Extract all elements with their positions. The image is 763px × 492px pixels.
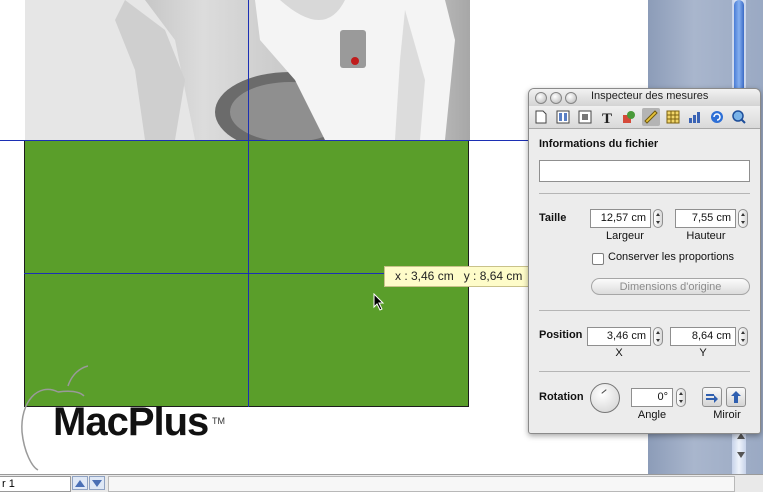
height-field[interactable]: 7,55 cm — [675, 209, 736, 228]
height-label: Hauteur — [686, 230, 726, 242]
size-label: Taille — [539, 212, 567, 224]
inspector-toolbar: T — [529, 106, 760, 129]
separator — [539, 193, 750, 194]
separator — [539, 310, 750, 311]
x-position-stepper[interactable] — [653, 327, 663, 346]
quicktime-icon[interactable] — [730, 108, 748, 126]
mirror-label: Miroir — [713, 409, 741, 421]
angle-label: Angle — [637, 409, 667, 421]
y-label: Y — [699, 347, 707, 359]
mirror-horizontal-button[interactable] — [702, 387, 722, 407]
close-button[interactable] — [535, 92, 547, 104]
horizontal-guide-middle — [24, 273, 384, 274]
ruler-icon[interactable] — [642, 108, 660, 126]
triangle-down-icon — [92, 479, 102, 487]
width-label: Largeur — [606, 230, 644, 242]
rotation-knob[interactable] — [590, 383, 620, 413]
svg-text:T: T — [602, 111, 612, 124]
horizontal-scrollbar[interactable] — [108, 476, 735, 492]
file-info-field[interactable] — [539, 160, 750, 182]
angle-field[interactable]: 0° — [631, 388, 673, 407]
inspector-title: Inspecteur des mesures — [591, 90, 709, 102]
graphic-icon[interactable] — [620, 108, 638, 126]
table-icon[interactable] — [664, 108, 682, 126]
flip-vertical-icon — [731, 391, 741, 403]
layout-icon[interactable] — [554, 108, 572, 126]
wrap-icon[interactable] — [576, 108, 594, 126]
measurements-inspector-panel: Inspecteur des mesures T Informations du… — [528, 88, 761, 434]
keep-proportions-label[interactable]: Conserver les proportions — [608, 251, 734, 263]
x-position-field[interactable]: 3,46 cm — [587, 327, 651, 346]
zoom-button[interactable] — [565, 92, 577, 104]
keep-proportions-checkbox[interactable] — [592, 253, 604, 265]
y-position-stepper[interactable] — [738, 327, 748, 346]
status-bar: r 1 — [0, 474, 763, 492]
horizontal-guide-top — [0, 140, 528, 141]
position-label: Position — [539, 329, 583, 341]
tooltip-y: y : 8,64 cm — [463, 269, 523, 283]
link-icon[interactable] — [708, 108, 726, 126]
height-stepper[interactable] — [738, 209, 748, 228]
macplus-logo-text: MacPlus — [53, 400, 209, 444]
angle-stepper[interactable] — [676, 388, 686, 407]
page-down-button[interactable] — [89, 476, 105, 490]
separator — [539, 371, 750, 372]
chart-icon[interactable] — [686, 108, 704, 126]
inspector-titlebar[interactable]: Inspecteur des mesures — [529, 89, 760, 106]
mirror-vertical-button[interactable] — [726, 387, 746, 407]
page-number-field[interactable]: r 1 — [0, 476, 71, 492]
original-size-button[interactable]: Dimensions d'origine — [591, 278, 750, 295]
coordinate-tooltip: x : 3,46 cm y : 8,64 cm — [384, 266, 534, 287]
flip-horizontal-icon — [706, 394, 718, 403]
rotation-label: Rotation — [539, 391, 584, 403]
minimize-button[interactable] — [550, 92, 562, 104]
tooltip-x: x : 3,46 cm — [395, 269, 454, 283]
file-info-label: Informations du fichier — [539, 138, 659, 150]
trademark-mark: TM — [212, 416, 225, 426]
mouse-pointer-icon — [373, 293, 385, 311]
text-icon[interactable]: T — [598, 108, 616, 126]
width-stepper[interactable] — [653, 209, 663, 228]
document-icon[interactable] — [532, 108, 550, 126]
page-up-button[interactable] — [72, 476, 88, 490]
scrollbar-thumb[interactable] — [734, 0, 744, 100]
triangle-up-icon — [75, 479, 85, 487]
scroll-arrows-icon[interactable] — [736, 430, 746, 470]
y-position-field[interactable]: 8,64 cm — [670, 327, 736, 346]
x-label: X — [615, 347, 623, 359]
vertical-guide-center — [248, 0, 249, 407]
width-field[interactable]: 12,57 cm — [590, 209, 651, 228]
